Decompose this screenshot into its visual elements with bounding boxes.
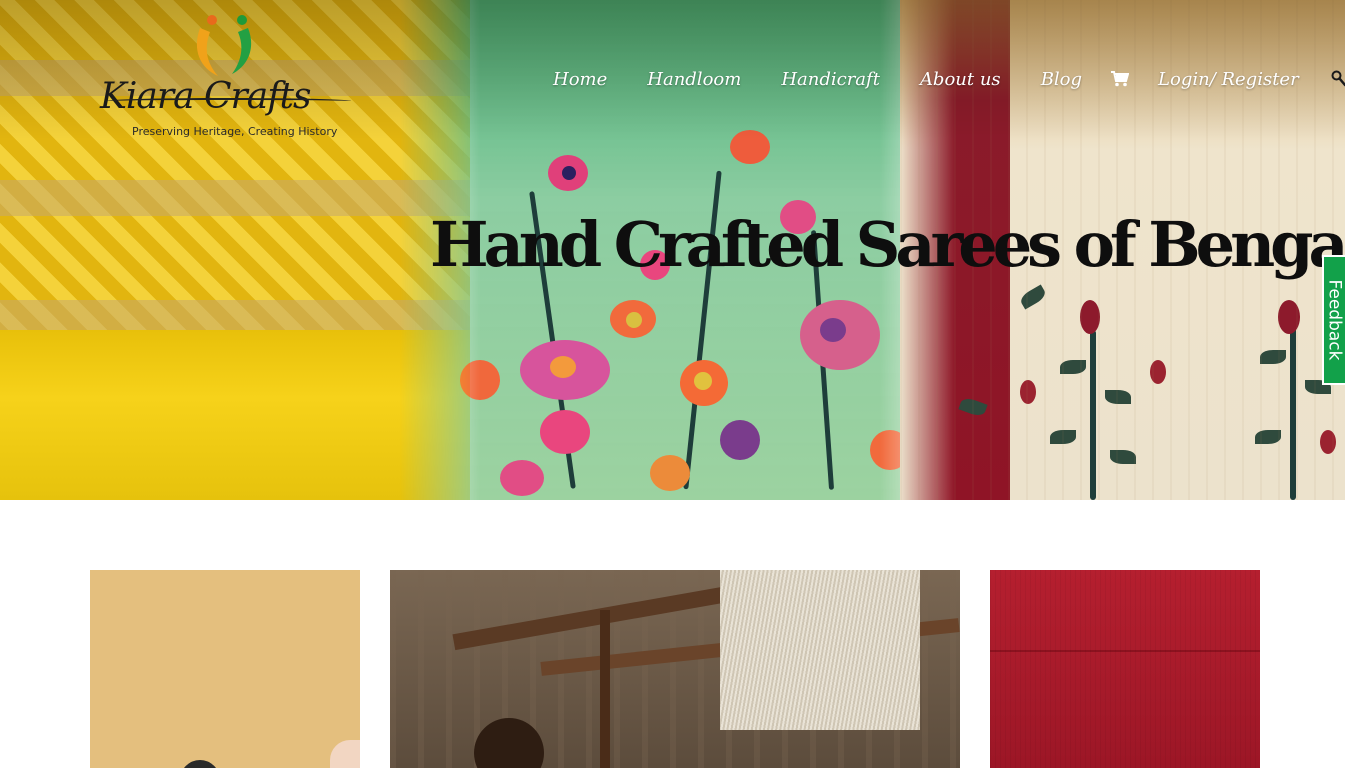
login-register-link[interactable]: Login/ Register — [1158, 69, 1299, 90]
card-image-fabric — [330, 740, 360, 768]
loom-threads — [720, 570, 920, 730]
category-card-2[interactable] — [390, 570, 960, 768]
category-card-1[interactable] — [90, 570, 360, 768]
card-image-figure — [180, 760, 220, 768]
category-card-3[interactable] — [990, 570, 1260, 768]
brand-name: Kiara Crafts — [100, 76, 311, 117]
feedback-label: Feedback — [1324, 279, 1345, 361]
feedback-tab[interactable]: Feedback — [1322, 255, 1345, 385]
nav-handloom[interactable]: Handloom — [647, 69, 741, 90]
loom-post — [600, 610, 610, 768]
site-logo[interactable]: Kiara Crafts Preserving Heritage, Creati… — [100, 8, 360, 144]
hero-title: Hand Crafted Sarees of Bengal — [430, 208, 1345, 281]
brand-tagline: Preserving Heritage, Creating History — [132, 125, 338, 138]
search-icon[interactable] — [1329, 69, 1345, 89]
card-image-red-fabric — [990, 570, 1260, 768]
logo-figures-icon — [196, 15, 252, 76]
nav-blog[interactable]: Blog — [1041, 69, 1082, 90]
logo-swash — [106, 98, 351, 104]
nav-home[interactable]: Home — [553, 69, 607, 90]
main-navigation: Home Handloom Handicraft About us Blog L… — [540, 64, 1345, 94]
nav-about-us[interactable]: About us — [920, 69, 1001, 90]
shopping-cart-icon[interactable] — [1110, 69, 1130, 89]
fabric-fold — [990, 650, 1260, 652]
nav-handicraft[interactable]: Handicraft — [781, 69, 880, 90]
